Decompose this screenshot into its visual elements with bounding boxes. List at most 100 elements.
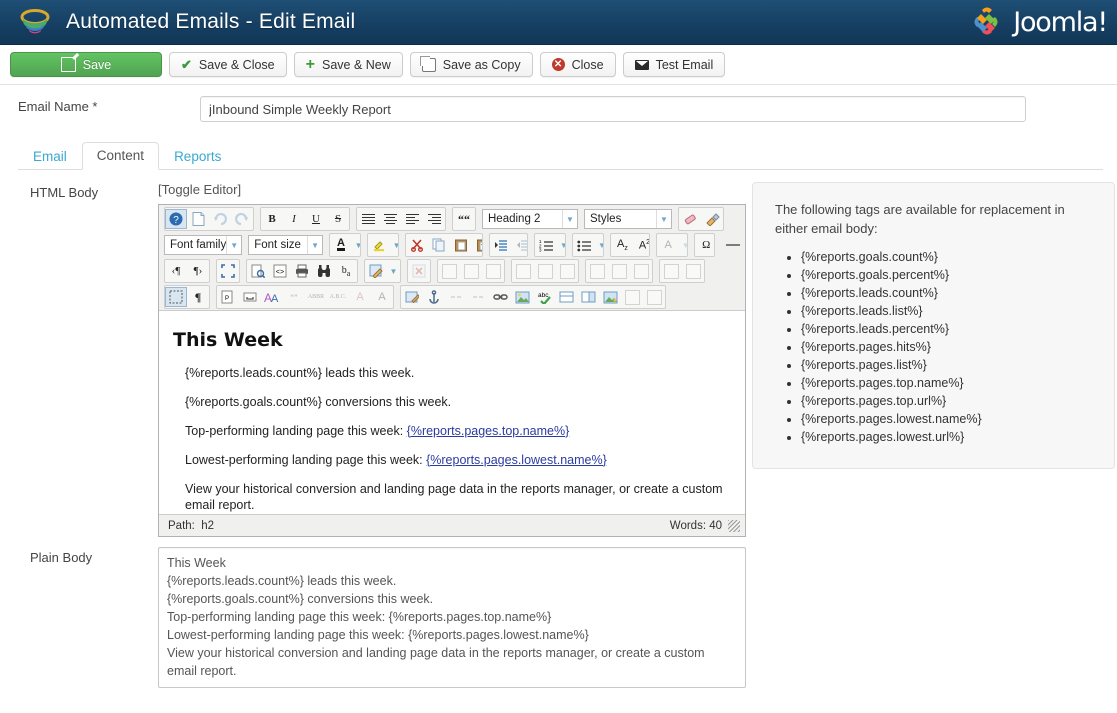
tinymce-content-area[interactable]: This Week {%reports.leads.count%} leads … bbox=[159, 311, 745, 514]
insert-link-icon[interactable] bbox=[489, 287, 511, 307]
strikethrough-icon[interactable]: S bbox=[327, 209, 349, 229]
delete-text-icon[interactable]: A bbox=[349, 287, 371, 307]
delete-column-icon[interactable] bbox=[630, 261, 652, 281]
undo-icon[interactable] bbox=[209, 209, 231, 229]
plain-body-textarea[interactable] bbox=[158, 547, 746, 688]
abbreviation-icon[interactable]: ABBR bbox=[305, 287, 327, 307]
ltr-direction-icon[interactable]: ‹¶ bbox=[165, 261, 187, 281]
toggle-editor-link[interactable]: [Toggle Editor] bbox=[158, 182, 241, 197]
show-invisible-characters-icon[interactable]: ¶ bbox=[187, 287, 209, 307]
table-row-properties-icon[interactable] bbox=[438, 261, 460, 281]
top-page-link[interactable]: {%reports.pages.top.name%} bbox=[407, 424, 570, 438]
insert-table-icon[interactable] bbox=[643, 287, 665, 307]
save-and-close-button[interactable]: ✔ Save & Close bbox=[169, 52, 287, 77]
test-email-button[interactable]: Test Email bbox=[622, 52, 726, 77]
save-and-new-button[interactable]: + Save & New bbox=[293, 52, 403, 77]
insert-page-icon[interactable] bbox=[621, 287, 643, 307]
email-name-input[interactable] bbox=[200, 96, 1026, 122]
superscript-icon[interactable]: A2 bbox=[633, 235, 649, 255]
insert-column-before-icon[interactable] bbox=[586, 261, 608, 281]
remove-format-eraser-icon[interactable] bbox=[679, 209, 701, 229]
text-color-chevron-down-icon[interactable]: ▼ bbox=[352, 235, 360, 255]
unlink-icon[interactable] bbox=[445, 287, 467, 307]
insert-row-after-icon[interactable] bbox=[534, 261, 556, 281]
clear-formatting-icon[interactable]: A bbox=[657, 235, 679, 255]
editor-resize-grip[interactable] bbox=[728, 519, 740, 532]
tab-content[interactable]: Content bbox=[81, 142, 160, 170]
preview-icon[interactable] bbox=[247, 261, 269, 281]
insert-note-icon[interactable] bbox=[401, 287, 423, 307]
align-right-icon[interactable] bbox=[423, 209, 445, 229]
font-family-select[interactable]: Font family ▼ bbox=[164, 235, 243, 255]
rtl-direction-icon[interactable]: ¶› bbox=[187, 261, 209, 281]
insert-horizontal-layer-icon[interactable] bbox=[555, 287, 577, 307]
page-break-icon[interactable]: P bbox=[217, 287, 239, 307]
subscript-icon[interactable]: Az bbox=[611, 235, 633, 255]
horizontal-rule-icon[interactable] bbox=[722, 235, 741, 255]
template-chevron-down-icon[interactable]: ▼ bbox=[387, 261, 400, 281]
clear-formatting-chevron-down-icon[interactable]: ▼ bbox=[679, 235, 687, 255]
block-format-select[interactable]: Heading 2 ▼ bbox=[482, 209, 578, 229]
fullscreen-icon[interactable] bbox=[217, 261, 239, 281]
table-properties-icon[interactable] bbox=[482, 261, 504, 281]
anchor-icon[interactable] bbox=[423, 287, 445, 307]
search-replace-binoculars-icon[interactable] bbox=[313, 261, 335, 281]
delete-table-icon[interactable] bbox=[408, 261, 430, 281]
smart-quotes-icon[interactable]: “” bbox=[283, 287, 305, 307]
insert-text-icon[interactable]: A bbox=[371, 287, 393, 307]
insert-layer-icon[interactable] bbox=[577, 287, 599, 307]
redo-icon[interactable] bbox=[231, 209, 253, 229]
format-painter-brush-icon[interactable] bbox=[701, 209, 723, 229]
blockquote-icon[interactable]: ““ bbox=[453, 209, 475, 229]
numbered-list-icon[interactable]: 123 bbox=[535, 235, 557, 255]
source-code-icon[interactable]: <> bbox=[269, 261, 291, 281]
indent-icon[interactable] bbox=[490, 235, 512, 255]
acronym-icon[interactable]: A.B.C. bbox=[327, 287, 349, 307]
merge-cells-icon[interactable] bbox=[682, 261, 704, 281]
help-icon[interactable]: ? bbox=[165, 209, 187, 229]
copy-icon[interactable] bbox=[428, 235, 450, 255]
italic-icon[interactable]: I bbox=[283, 209, 305, 229]
style-props-icon[interactable]: AA bbox=[261, 287, 283, 307]
unlink2-icon[interactable] bbox=[467, 287, 489, 307]
bullet-list-icon[interactable] bbox=[573, 235, 595, 255]
special-character-omega-icon[interactable]: Ω bbox=[695, 235, 714, 255]
spellcheck-icon[interactable]: abc bbox=[533, 287, 555, 307]
styles-select[interactable]: Styles ▼ bbox=[584, 209, 672, 229]
bold-icon[interactable]: B bbox=[261, 209, 283, 229]
visual-aid-icon[interactable] bbox=[165, 287, 187, 307]
new-document-icon[interactable] bbox=[187, 209, 209, 229]
align-center-icon[interactable] bbox=[379, 209, 401, 229]
underline-icon[interactable]: U bbox=[305, 209, 327, 229]
outdent-icon[interactable] bbox=[512, 235, 528, 255]
editor-path-value[interactable]: h2 bbox=[201, 520, 214, 532]
align-justify-icon[interactable] bbox=[357, 209, 379, 229]
insert-row-before-icon[interactable] bbox=[512, 261, 534, 281]
cut-scissors-icon[interactable] bbox=[406, 235, 428, 255]
align-left-icon[interactable] bbox=[401, 209, 423, 229]
highlight-color-icon[interactable] bbox=[368, 235, 390, 255]
delete-row-icon[interactable] bbox=[556, 261, 578, 281]
paste-icon[interactable] bbox=[450, 235, 472, 255]
save-button[interactable]: Save bbox=[10, 52, 162, 77]
tab-email[interactable]: Email bbox=[18, 143, 82, 170]
tab-reports[interactable]: Reports bbox=[159, 143, 236, 170]
insert-column-after-icon[interactable] bbox=[608, 261, 630, 281]
insert-image-icon[interactable] bbox=[511, 287, 533, 307]
font-size-select[interactable]: Font size ▼ bbox=[248, 235, 324, 255]
close-button[interactable]: ✕ Close bbox=[539, 52, 616, 77]
highlight-color-chevron-down-icon[interactable]: ▼ bbox=[390, 235, 398, 255]
numbered-list-chevron-down-icon[interactable]: ▼ bbox=[557, 235, 565, 255]
replace-icon[interactable]: ba bbox=[335, 261, 357, 281]
split-merged-cells-icon[interactable] bbox=[660, 261, 682, 281]
save-as-copy-button[interactable]: Save as Copy bbox=[409, 52, 533, 77]
lowest-page-link[interactable]: {%reports.pages.lowest.name%} bbox=[426, 453, 607, 467]
paste-as-text-icon[interactable]: T bbox=[472, 235, 482, 255]
nonbreaking-space-icon[interactable] bbox=[239, 287, 261, 307]
text-color-icon[interactable]: A bbox=[330, 235, 352, 255]
bullet-list-chevron-down-icon[interactable]: ▼ bbox=[595, 235, 603, 255]
insert-media-icon[interactable] bbox=[599, 287, 621, 307]
insert-edit-template-icon[interactable] bbox=[365, 261, 387, 281]
print-icon[interactable] bbox=[291, 261, 313, 281]
table-cell-properties-icon[interactable] bbox=[460, 261, 482, 281]
